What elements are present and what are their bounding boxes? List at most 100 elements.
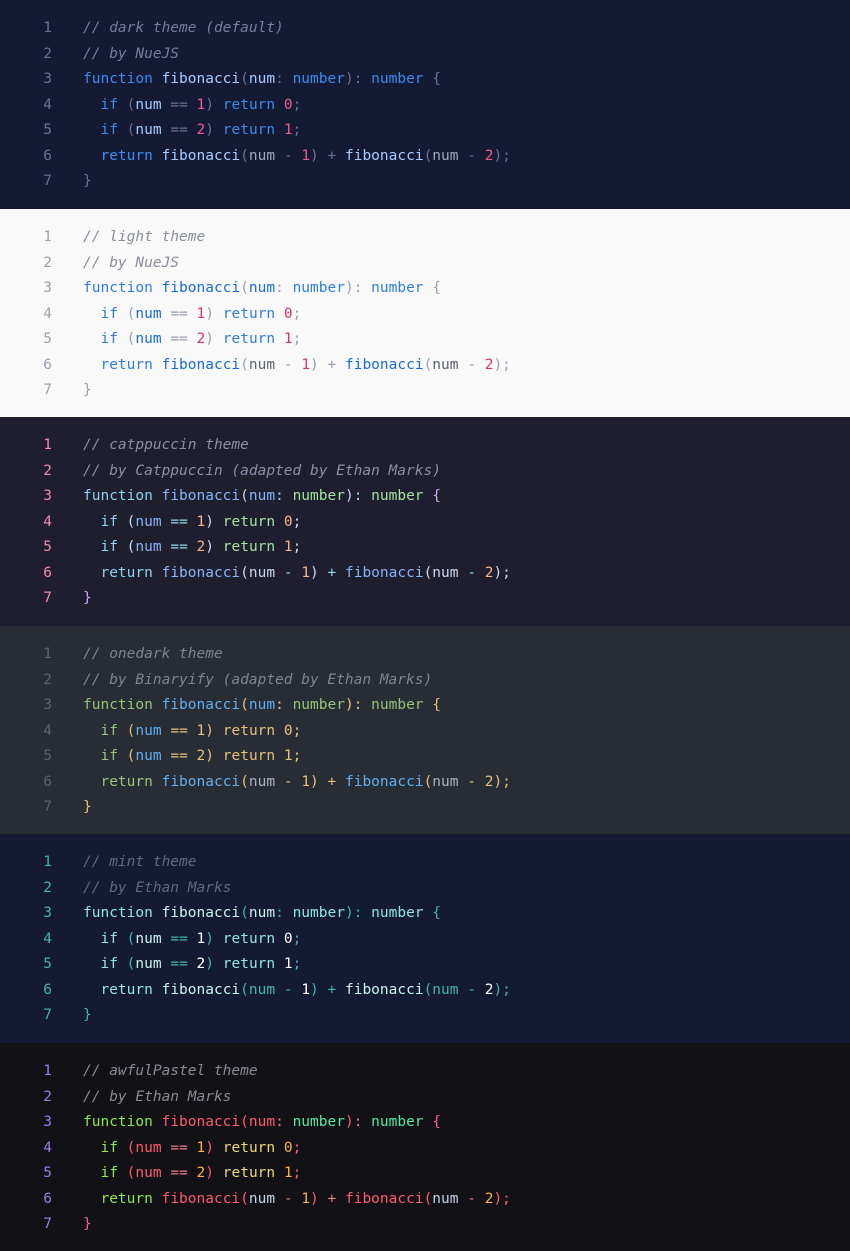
token-sp — [319, 982, 328, 998]
token-sp — [362, 1114, 371, 1130]
code-text: // by Ethan Marks — [83, 1085, 231, 1111]
token-pn: ) — [310, 1190, 319, 1207]
code-text: if (num == 2) return 1; — [83, 118, 301, 144]
token-pn: ; — [292, 956, 302, 972]
token-pn: ; — [502, 981, 511, 998]
token-pn: ) — [493, 356, 503, 373]
token-sp — [293, 565, 302, 581]
line-number: 4 — [43, 1139, 52, 1156]
token-id: num — [135, 96, 162, 113]
line-number: 6 — [43, 356, 52, 373]
token-pn: ( — [240, 1114, 249, 1130]
line-number: 2 — [43, 671, 52, 688]
token-num: 1 — [283, 956, 293, 972]
token-sp — [275, 1191, 284, 1207]
token-sp — [188, 122, 197, 138]
token-sp — [83, 956, 100, 972]
token-pn: ( — [423, 147, 433, 164]
token-sp — [424, 905, 433, 921]
token-num: 1 — [301, 356, 311, 373]
token-sp — [188, 1165, 197, 1181]
token-fn: fibonacci — [344, 981, 424, 998]
token-sp — [336, 774, 345, 790]
code-line: 1 // light theme — [0, 225, 850, 251]
token-sp — [118, 539, 127, 555]
token-num: 1 — [301, 147, 311, 164]
code-line: 5 if (num == 2) return 1; — [0, 535, 850, 561]
code-text: return fibonacci(num - 1) + fibonacci(nu… — [83, 770, 511, 796]
token-sp — [214, 1140, 223, 1156]
token-sp — [424, 1114, 433, 1130]
token-sp — [153, 488, 162, 504]
code-line: 7} — [0, 378, 850, 404]
token-br: } — [83, 799, 92, 815]
theme-showcase: 1 // dark theme (default) 2 // by NueJS 3 fun… — [0, 0, 850, 1251]
line-number: 1 — [43, 229, 52, 245]
token-sp — [275, 148, 284, 164]
token-num: 2 — [196, 748, 206, 764]
token-sp — [83, 122, 100, 138]
token-sp — [214, 1165, 223, 1181]
line-number: 7 — [43, 590, 52, 606]
token-num: 1 — [283, 331, 293, 347]
token-sp — [83, 565, 100, 581]
token-sp — [424, 280, 433, 296]
code-text: // by Ethan Marks — [83, 876, 231, 902]
code-text: // by Binaryify (adapted by Ethan Marks) — [83, 668, 432, 694]
code-text: if (num == 1) return 0; — [83, 93, 301, 119]
token-id: num — [248, 905, 276, 921]
token-pn: ( — [240, 981, 249, 998]
code-text: function fibonacci(num: number): number … — [83, 276, 441, 302]
code-text: } — [83, 169, 92, 195]
token-ty: number — [292, 1114, 345, 1130]
token-sp — [118, 331, 127, 347]
code-text: function fibonacci(num: number): number … — [83, 901, 441, 927]
token-sp — [284, 280, 293, 296]
token-sp — [118, 1165, 127, 1181]
token-op: + — [327, 1190, 337, 1207]
code-text: // by NueJS — [83, 251, 179, 277]
code-text: // dark theme (default) — [83, 16, 284, 42]
token-sp — [153, 905, 162, 921]
code-text: if (num == 2) return 1; — [83, 327, 301, 353]
code-text: if (num == 1) return 0; — [83, 927, 301, 953]
token-sp — [83, 1191, 100, 1207]
code-block-onedark: 1 // onedark theme 2 // by Binaryify (adapt… — [0, 626, 850, 834]
line-number: 6 — [43, 1190, 52, 1207]
token-num: 0 — [283, 96, 293, 113]
token-sp — [336, 357, 345, 373]
token-sp — [424, 488, 433, 504]
code-line: 6 return fibonacci(num - 1) + fibonacci(… — [0, 978, 850, 1004]
token-fn: fibonacci — [161, 280, 241, 296]
line-number: 6 — [43, 147, 52, 164]
token-id2: num — [432, 356, 459, 373]
token-ty: number — [371, 905, 424, 921]
token-fn: fibonacci — [161, 564, 241, 581]
token-sp — [188, 97, 197, 113]
token-sp — [83, 748, 100, 764]
token-kw2: return — [222, 956, 276, 972]
token-op: : — [275, 905, 284, 921]
token-sp — [118, 122, 127, 138]
code-line: 4 if (num == 1) return 0; — [0, 719, 850, 745]
token-pn: ( — [423, 1190, 433, 1207]
token-pn: ) — [344, 697, 354, 713]
token-sp — [275, 956, 284, 972]
token-comment: // by Ethan Marks — [83, 879, 232, 896]
token-pn: ) — [310, 773, 319, 790]
token-sp — [188, 331, 197, 347]
token-kw: function — [83, 697, 153, 713]
token-kw2: return — [222, 539, 276, 555]
token-pn: ) — [310, 356, 319, 373]
token-pn: ) — [493, 773, 503, 790]
token-sp — [284, 905, 293, 921]
token-sp — [275, 931, 284, 947]
token-pn: ; — [502, 773, 511, 790]
line-number: 2 — [43, 45, 52, 62]
token-comment: // light theme — [83, 229, 206, 245]
token-sp — [459, 565, 468, 581]
line-number: 4 — [43, 513, 52, 530]
line-number: 5 — [43, 122, 52, 138]
token-sp — [188, 514, 197, 530]
line-number: 5 — [43, 1165, 52, 1181]
